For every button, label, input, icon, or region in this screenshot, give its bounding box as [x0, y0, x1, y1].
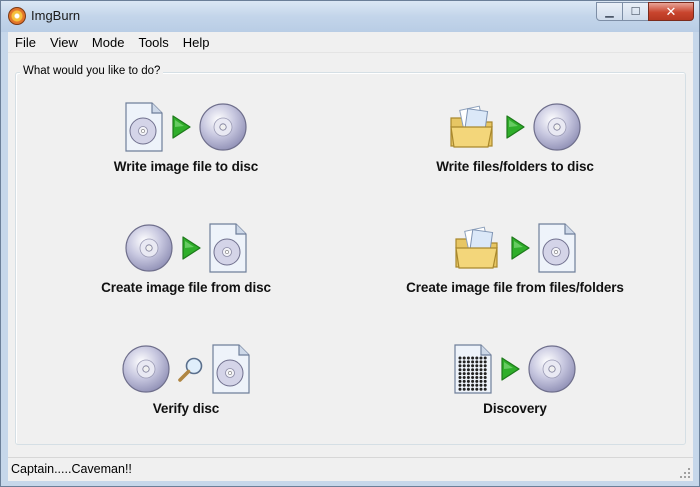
action-label: Create image file from files/folders [406, 280, 624, 295]
disc-icon [198, 102, 248, 157]
menu-bar: File View Mode Tools Help [8, 32, 693, 53]
close-icon: ✕ [665, 3, 677, 19]
maximize-icon: ☐ [630, 6, 641, 18]
imgburn-app-icon[interactable] [8, 7, 26, 25]
resize-grip-icon[interactable] [679, 467, 691, 479]
arrow-icon [509, 235, 531, 266]
verify-disc-button[interactable]: Verify disc [36, 343, 336, 435]
image-file-icon [537, 223, 577, 278]
create-image-from-disc-button[interactable]: Create image file from disc [36, 222, 336, 314]
menu-help[interactable]: Help [176, 32, 217, 53]
caption-buttons: ▁ ☐ ✕ [596, 2, 694, 21]
status-bar: Captain.....Caveman!! [8, 457, 693, 481]
action-icons [365, 222, 665, 278]
write-files-to-disc-button[interactable]: Write files/folders to disc [365, 101, 665, 193]
image-file-icon [124, 102, 164, 157]
folder-icon [448, 102, 498, 157]
image-file-icon [211, 344, 251, 399]
action-icons [36, 343, 336, 399]
group-label: What would you like to do? [20, 65, 164, 77]
imgburn-window: ImgBurn ▁ ☐ ✕ File View Mode Tools Help … [0, 0, 700, 487]
title-bar[interactable]: ImgBurn ▁ ☐ ✕ [1, 1, 699, 32]
disc-icon [527, 344, 577, 399]
menu-mode[interactable]: Mode [85, 32, 132, 53]
create-image-from-files-button[interactable]: Create image file from files/folders [365, 222, 665, 314]
action-label: Verify disc [152, 401, 220, 416]
action-icons [365, 101, 665, 157]
arrow-icon [504, 114, 526, 145]
action-label: Write files/folders to disc [436, 159, 594, 174]
action-label: Create image file from disc [101, 280, 271, 295]
action-label: Discovery [483, 401, 547, 416]
minimize-button[interactable]: ▁ [596, 2, 623, 21]
menu-file[interactable]: File [8, 32, 43, 53]
menu-view[interactable]: View [43, 32, 85, 53]
minimize-icon: ▁ [605, 6, 614, 18]
disc-icon [124, 223, 174, 278]
maximize-button[interactable]: ☐ [622, 2, 649, 21]
status-text: Captain.....Caveman!! [11, 462, 132, 476]
menu-tools[interactable]: Tools [131, 32, 175, 53]
action-label: Write image file to disc [113, 159, 259, 174]
close-button[interactable]: ✕ [648, 2, 694, 21]
write-image-to-disc-button[interactable]: Write image file to disc [36, 101, 336, 193]
image-file-icon [208, 223, 248, 278]
action-icons [36, 222, 336, 278]
arrow-icon [180, 235, 202, 266]
folder-icon [453, 223, 503, 278]
window-title: ImgBurn [31, 8, 81, 23]
discovery-button[interactable]: Discovery [365, 343, 665, 435]
disc-icon [121, 344, 171, 399]
magnifier-icon [177, 355, 205, 388]
action-icons [365, 343, 665, 399]
arrow-icon [499, 356, 521, 387]
arrow-icon [170, 114, 192, 145]
action-icons [36, 101, 336, 157]
main-panel: What would you like to do? Write image f… [8, 53, 693, 480]
disc-icon [532, 102, 582, 157]
data-grid-icon [453, 344, 493, 399]
